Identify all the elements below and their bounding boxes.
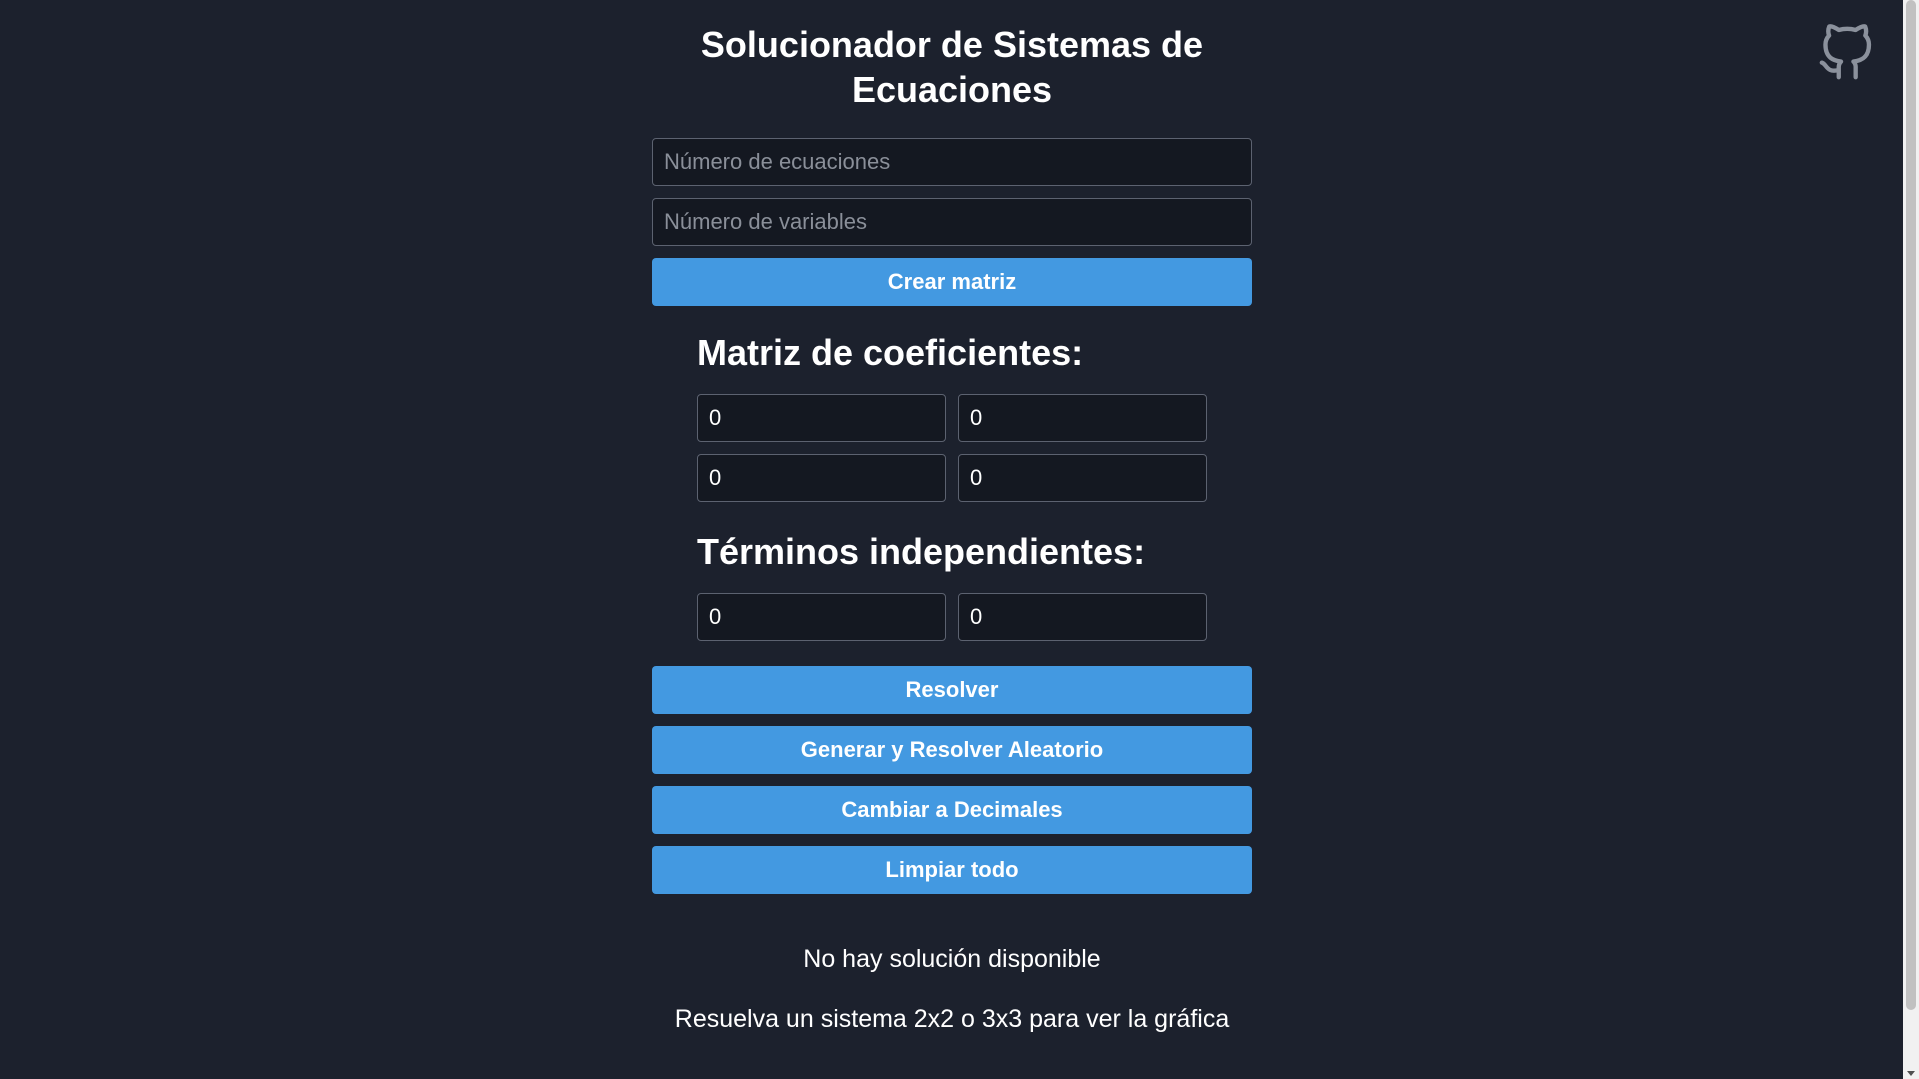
coefficient-input-2-1[interactable] bbox=[697, 454, 946, 502]
independent-terms-title: Términos independientes: bbox=[697, 531, 1146, 572]
num-variables-input[interactable] bbox=[652, 198, 1252, 246]
matrix-row bbox=[697, 454, 1252, 502]
graph-message: Resuelva un sistema 2x2 o 3x3 para ver l… bbox=[674, 1005, 1230, 1033]
independent-terms bbox=[697, 593, 1252, 641]
coefficients-title: Matriz de coeficientes: bbox=[697, 332, 1084, 373]
coefficient-input-2-2[interactable] bbox=[958, 454, 1207, 502]
github-icon[interactable] bbox=[1817, 24, 1875, 82]
coefficient-matrix bbox=[697, 394, 1252, 502]
toggle-decimals-button[interactable]: Cambiar a Decimales bbox=[652, 786, 1252, 834]
coefficient-input-1-2[interactable] bbox=[958, 394, 1207, 442]
random-solve-button[interactable]: Generar y Resolver Aleatorio bbox=[652, 726, 1252, 774]
page-scrollbar[interactable] bbox=[1903, 0, 1919, 1079]
independent-input-2[interactable] bbox=[958, 593, 1207, 641]
solution-message: No hay solución disponible bbox=[803, 945, 1101, 973]
coefficient-input-1-1[interactable] bbox=[697, 394, 946, 442]
scrollbar-thumb[interactable] bbox=[1906, 0, 1916, 1010]
clear-all-button[interactable]: Limpiar todo bbox=[652, 846, 1252, 894]
num-equations-input[interactable] bbox=[652, 138, 1252, 186]
scroll-down-arrow-icon[interactable] bbox=[1907, 1071, 1915, 1076]
main-container: Solucionador de Sistemas de Ecuaciones C… bbox=[652, 0, 1252, 1034]
page-title: Solucionador de Sistemas de Ecuaciones bbox=[700, 24, 1204, 110]
independent-input-1[interactable] bbox=[697, 593, 946, 641]
create-matrix-button[interactable]: Crear matriz bbox=[652, 258, 1252, 306]
matrix-row bbox=[697, 394, 1252, 442]
independent-row bbox=[697, 593, 1252, 641]
solve-button[interactable]: Resolver bbox=[652, 666, 1252, 714]
